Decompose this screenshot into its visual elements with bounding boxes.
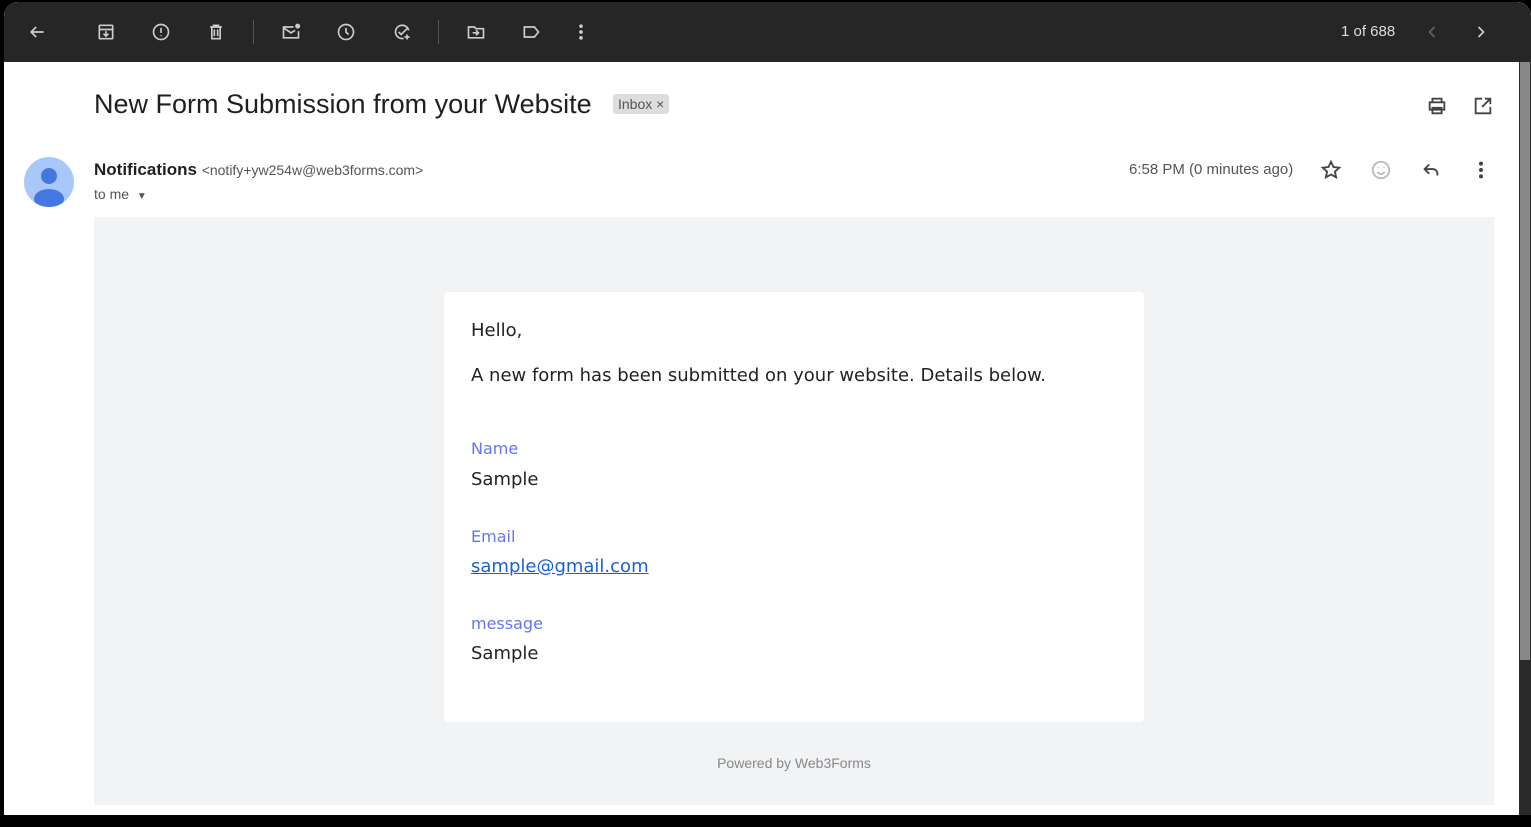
sender: Notifications <notify+yw254w@web3forms.c… [94, 160, 423, 180]
snooze-icon[interactable] [334, 20, 358, 44]
message-count: 1 of 688 [1341, 23, 1396, 40]
label-text: Inbox [618, 96, 653, 112]
more-options-icon[interactable] [1470, 159, 1494, 183]
email-body: Hello, A new form has been submitted on … [94, 217, 1494, 805]
label-icon[interactable] [519, 20, 543, 44]
field-key-name: Name [471, 439, 519, 458]
form-card: Hello, A new form has been submitted on … [444, 292, 1144, 722]
newer-icon[interactable] [1420, 20, 1444, 44]
remove-label-icon[interactable]: × [656, 96, 664, 112]
toolbar: 1 of 688 [4, 2, 1531, 62]
print-icon[interactable] [1426, 95, 1450, 119]
email-window: 1 of 688 New Form Submission from your W… [4, 2, 1531, 815]
recipient-details[interactable]: to me ▼ [94, 186, 147, 202]
divider [253, 20, 254, 44]
scrollbar-thumb[interactable] [1520, 62, 1530, 660]
sender-address: <notify+yw254w@web3forms.com> [201, 162, 424, 178]
star-icon[interactable] [1320, 159, 1344, 183]
report-spam-icon[interactable] [149, 20, 173, 44]
inbox-label[interactable]: Inbox × [613, 94, 670, 114]
email-subject: New Form Submission from your Website [94, 89, 592, 119]
back-icon[interactable] [25, 20, 49, 44]
powered-by: Powered by Web3Forms [717, 755, 871, 771]
add-task-icon[interactable] [390, 20, 414, 44]
timestamp: 6:58 PM (0 minutes ago) [1129, 161, 1294, 178]
older-icon[interactable] [1469, 20, 1493, 44]
greeting: Hello, [471, 320, 523, 341]
move-to-icon[interactable] [464, 20, 488, 44]
sender-name: Notifications [94, 160, 197, 179]
emoji-reaction-icon[interactable] [1370, 159, 1394, 183]
email-link[interactable]: sample@gmail.com [471, 556, 649, 577]
reply-icon[interactable] [1420, 159, 1444, 183]
scrollbar[interactable] [1519, 62, 1531, 815]
mark-unread-icon[interactable] [279, 20, 303, 44]
archive-icon[interactable] [94, 20, 118, 44]
divider [438, 20, 439, 44]
open-new-window-icon[interactable] [1472, 95, 1496, 119]
avatar [24, 157, 74, 207]
field-value-name: Sample [471, 469, 539, 490]
field-key-email: Email [471, 527, 516, 546]
intro-text: A new form has been submitted on your we… [471, 365, 1046, 386]
message-view: New Form Submission from your Website In… [4, 62, 1519, 815]
caret-down-icon[interactable]: ▼ [137, 191, 147, 202]
field-value-message: Sample [471, 643, 539, 664]
more-icon[interactable] [569, 20, 593, 44]
field-key-message: message [471, 614, 543, 633]
recipient: to me [94, 186, 130, 202]
delete-icon[interactable] [204, 20, 228, 44]
